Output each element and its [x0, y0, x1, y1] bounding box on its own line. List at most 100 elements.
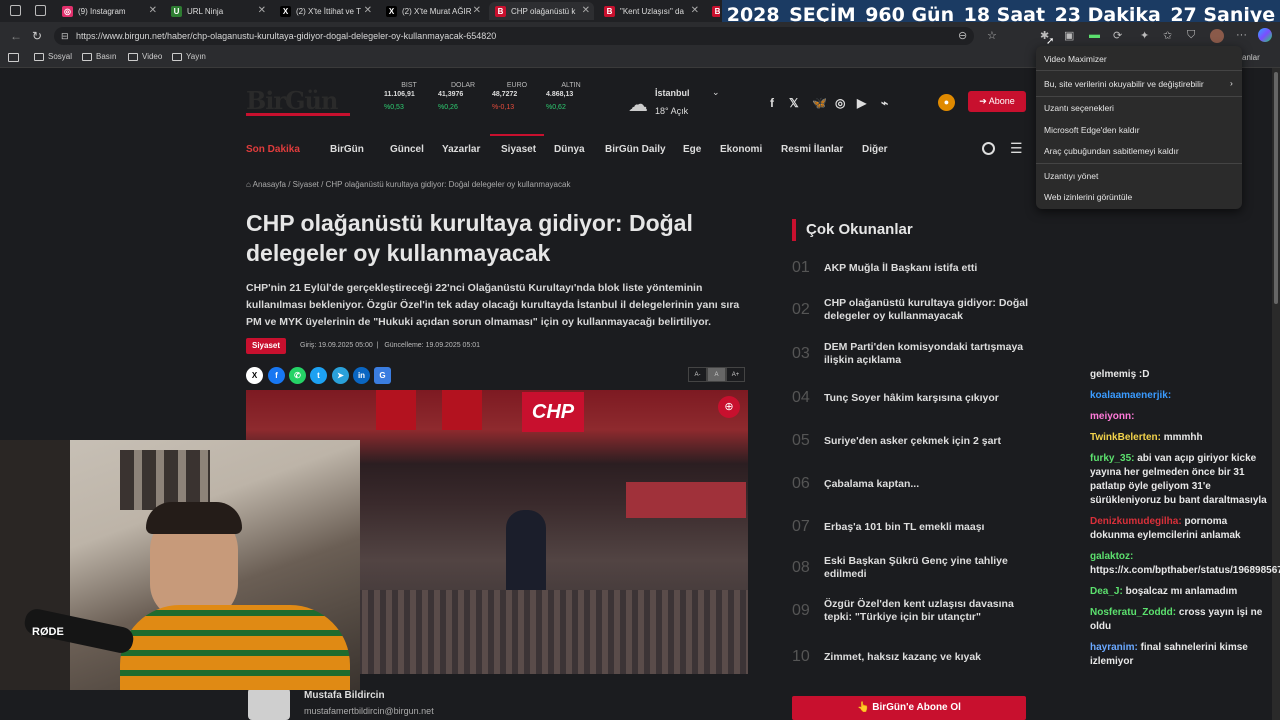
share-telegram-icon[interactable]: ➤ [332, 367, 349, 384]
chat-username[interactable]: Dea_J: [1090, 586, 1123, 597]
favorites-folder[interactable]: Video [128, 52, 162, 61]
favorites-folder[interactable]: Yayın [172, 52, 206, 61]
menu-item-site-access[interactable]: Bu, site verilerini okuyabilir ve değişt… [1044, 79, 1204, 89]
extensions-puzzle-icon[interactable]: ✦ [1140, 29, 1149, 42]
chat-username[interactable]: Nosferatu_Zoddd: [1090, 607, 1176, 618]
popular-item[interactable]: 02 CHP olağanüstü kurultaya gidiyor: Doğa… [792, 297, 1032, 323]
zoom-icon[interactable]: ⊕ [718, 396, 740, 418]
reading-list-icon[interactable] [8, 53, 19, 62]
breadcrumb-category[interactable]: Siyaset [293, 180, 319, 189]
favorites-icon[interactable]: ✩ [1163, 29, 1172, 42]
font-default-button[interactable]: A [707, 367, 726, 382]
menu-item-options[interactable]: Uzantı seçenekleri [1044, 103, 1114, 113]
favorites-folder[interactable]: Basın [82, 52, 116, 61]
close-tab-icon[interactable]: ✕ [149, 5, 157, 16]
nav-son-dakika[interactable]: Son Dakika [246, 144, 300, 155]
font-decrease-button[interactable]: A- [688, 367, 707, 382]
menu-item-remove[interactable]: Microsoft Edge'den kaldır [1044, 125, 1140, 135]
profile-avatar[interactable] [1210, 29, 1224, 43]
nav-siyaset[interactable]: Siyaset [501, 144, 536, 155]
popular-title[interactable]: Eski Başkan Şükrü Genç yine tahliye edil… [824, 555, 1032, 581]
reader-icon[interactable]: ⊖ [958, 29, 967, 42]
chat-username[interactable]: furky_35: [1090, 453, 1134, 464]
menu-item-manage[interactable]: Uzantıyı yönet [1044, 171, 1098, 181]
chevron-down-icon[interactable]: ⌄ [712, 87, 720, 98]
category-badge[interactable]: Siyaset [246, 338, 287, 354]
share-whatsapp-icon[interactable]: ✆ [289, 367, 306, 384]
nav-resmi-i-lanlar[interactable]: Resmi İlanlar [781, 144, 843, 155]
author-email[interactable]: mustafamertbildircin@birgun.net [304, 706, 434, 716]
author-name[interactable]: Mustafa Bildircin [304, 690, 385, 701]
tab-actions-icon[interactable] [35, 5, 46, 16]
popular-item[interactable]: 07 Erbaş'a 101 bin TL emekli maaşı [792, 518, 1032, 536]
popular-title[interactable]: Erbaş'a 101 bin TL emekli maaşı [824, 521, 984, 534]
close-tab-icon[interactable]: ✕ [582, 5, 590, 16]
address-bar[interactable]: https://www.birgun.net/haber/chp-olaganu… [54, 27, 974, 45]
popular-title[interactable]: AKP Muğla İl Başkanı istifa etti [824, 262, 977, 275]
popular-title[interactable]: DEM Parti'den komisyondaki tartışmaya il… [824, 341, 1032, 367]
chat-username[interactable]: meiyonn: [1090, 411, 1134, 422]
facebook-icon[interactable]: f [770, 96, 774, 110]
popular-item[interactable]: 01 AKP Muğla İl Başkanı istifa etti [792, 259, 1032, 277]
subscribe-button[interactable]: ➔ Abone [968, 91, 1026, 112]
favorite-star-icon[interactable]: ☆ [987, 29, 997, 42]
popular-item[interactable]: 03 DEM Parti'den komisyondaki tartışmaya … [792, 341, 1032, 367]
close-tab-icon[interactable]: ✕ [258, 5, 266, 16]
browser-tab[interactable]: B CHP olağanüstü k ✕ [489, 2, 594, 20]
close-tab-icon[interactable]: ✕ [691, 5, 699, 16]
menu-item-extension-name[interactable]: Video Maximizer [1044, 54, 1107, 64]
share-x-icon[interactable]: X [246, 367, 263, 384]
share-facebook-icon[interactable]: f [268, 367, 285, 384]
rss-icon[interactable]: ⌁ [881, 96, 888, 110]
nav-diğer[interactable]: Diğer [862, 144, 888, 155]
close-tab-icon[interactable]: ✕ [473, 5, 481, 16]
nav-yazarlar[interactable]: Yazarlar [442, 144, 480, 155]
site-info-icon[interactable]: ⊟ [61, 31, 69, 42]
screenshot-icon[interactable]: ▣ [1064, 29, 1074, 42]
popular-title[interactable]: Tunç Soyer hâkim karşısına çıkıyor [824, 392, 999, 405]
browser-tab[interactable]: ◎ (9) Instagram ✕ [56, 2, 161, 20]
popular-title[interactable]: Zimmet, haksız kazanç ve kıyak [824, 651, 981, 664]
extension-green-icon[interactable]: ▬ [1089, 29, 1100, 41]
workspaces-icon[interactable] [10, 5, 21, 16]
bookmark-overflow-label[interactable]: anlar [1242, 53, 1260, 62]
hamburger-menu-icon[interactable]: ☰ [1010, 140, 1023, 157]
refresh-icon[interactable]: ↻ [32, 29, 42, 43]
popular-item[interactable]: 06 Çabalama kaptan... [792, 475, 1032, 493]
nav-güncel[interactable]: Güncel [390, 144, 424, 155]
font-increase-button[interactable]: A+ [726, 367, 745, 382]
market-ticker[interactable]: BIST 11.106,91 %0,53 [384, 82, 434, 111]
youtube-icon[interactable]: ▶ [857, 96, 866, 110]
birgun-logo[interactable]: BirGün [246, 88, 350, 116]
scrollbar-thumb[interactable] [1274, 72, 1278, 304]
chat-username[interactable]: galaktoz: [1090, 551, 1133, 562]
market-ticker[interactable]: EURO 48,7272 %-0,13 [492, 82, 542, 111]
author-avatar[interactable] [248, 688, 290, 720]
share-twitter-icon[interactable]: t [310, 367, 327, 384]
more-menu-icon[interactable]: ··· [1236, 29, 1247, 41]
search-icon[interactable] [982, 142, 995, 155]
coin-icon[interactable]: ● [938, 94, 955, 111]
share-linkedin-icon[interactable]: in [353, 367, 370, 384]
back-icon[interactable]: ← [10, 29, 22, 43]
chat-username[interactable]: TwinkBelerten: [1090, 432, 1161, 443]
bluesky-icon[interactable]: 🦋 [812, 96, 827, 110]
popular-item[interactable]: 10 Zimmet, haksız kazanç ve kıyak [792, 648, 1032, 666]
chat-username[interactable]: koalaamaenerjik: [1090, 390, 1171, 401]
popular-item[interactable]: 04 Tunç Soyer hâkim karşısına çıkıyor [792, 389, 1032, 407]
x-icon[interactable]: 𝕏 [789, 96, 799, 110]
favorites-folder[interactable]: Sosyal [34, 52, 72, 61]
menu-item-unpin[interactable]: Araç çubuğundan sabitlemeyi kaldır [1044, 146, 1179, 156]
close-tab-icon[interactable]: ✕ [364, 5, 372, 16]
browser-tab[interactable]: X (2) X'te Murat AĞIR ✕ [380, 2, 485, 20]
breadcrumb-home[interactable]: Anasayfa [253, 180, 286, 189]
share-google-news-icon[interactable]: G [374, 367, 391, 384]
subscribe-cta-button[interactable]: 👆 BirGün'e Abone Ol [792, 696, 1026, 720]
market-ticker[interactable]: DOLAR 41,3976 %0,26 [438, 82, 488, 111]
menu-item-permissions[interactable]: Web izinlerini görüntüle [1044, 192, 1132, 202]
popular-item[interactable]: 08 Eski Başkan Şükrü Genç yine tahliye ed… [792, 555, 1032, 581]
browser-tab[interactable]: B [706, 2, 720, 20]
nav-dünya[interactable]: Dünya [554, 144, 585, 155]
instagram-icon[interactable]: ◎ [835, 96, 845, 110]
nav-birgün-daily[interactable]: BirGün Daily [605, 144, 666, 155]
